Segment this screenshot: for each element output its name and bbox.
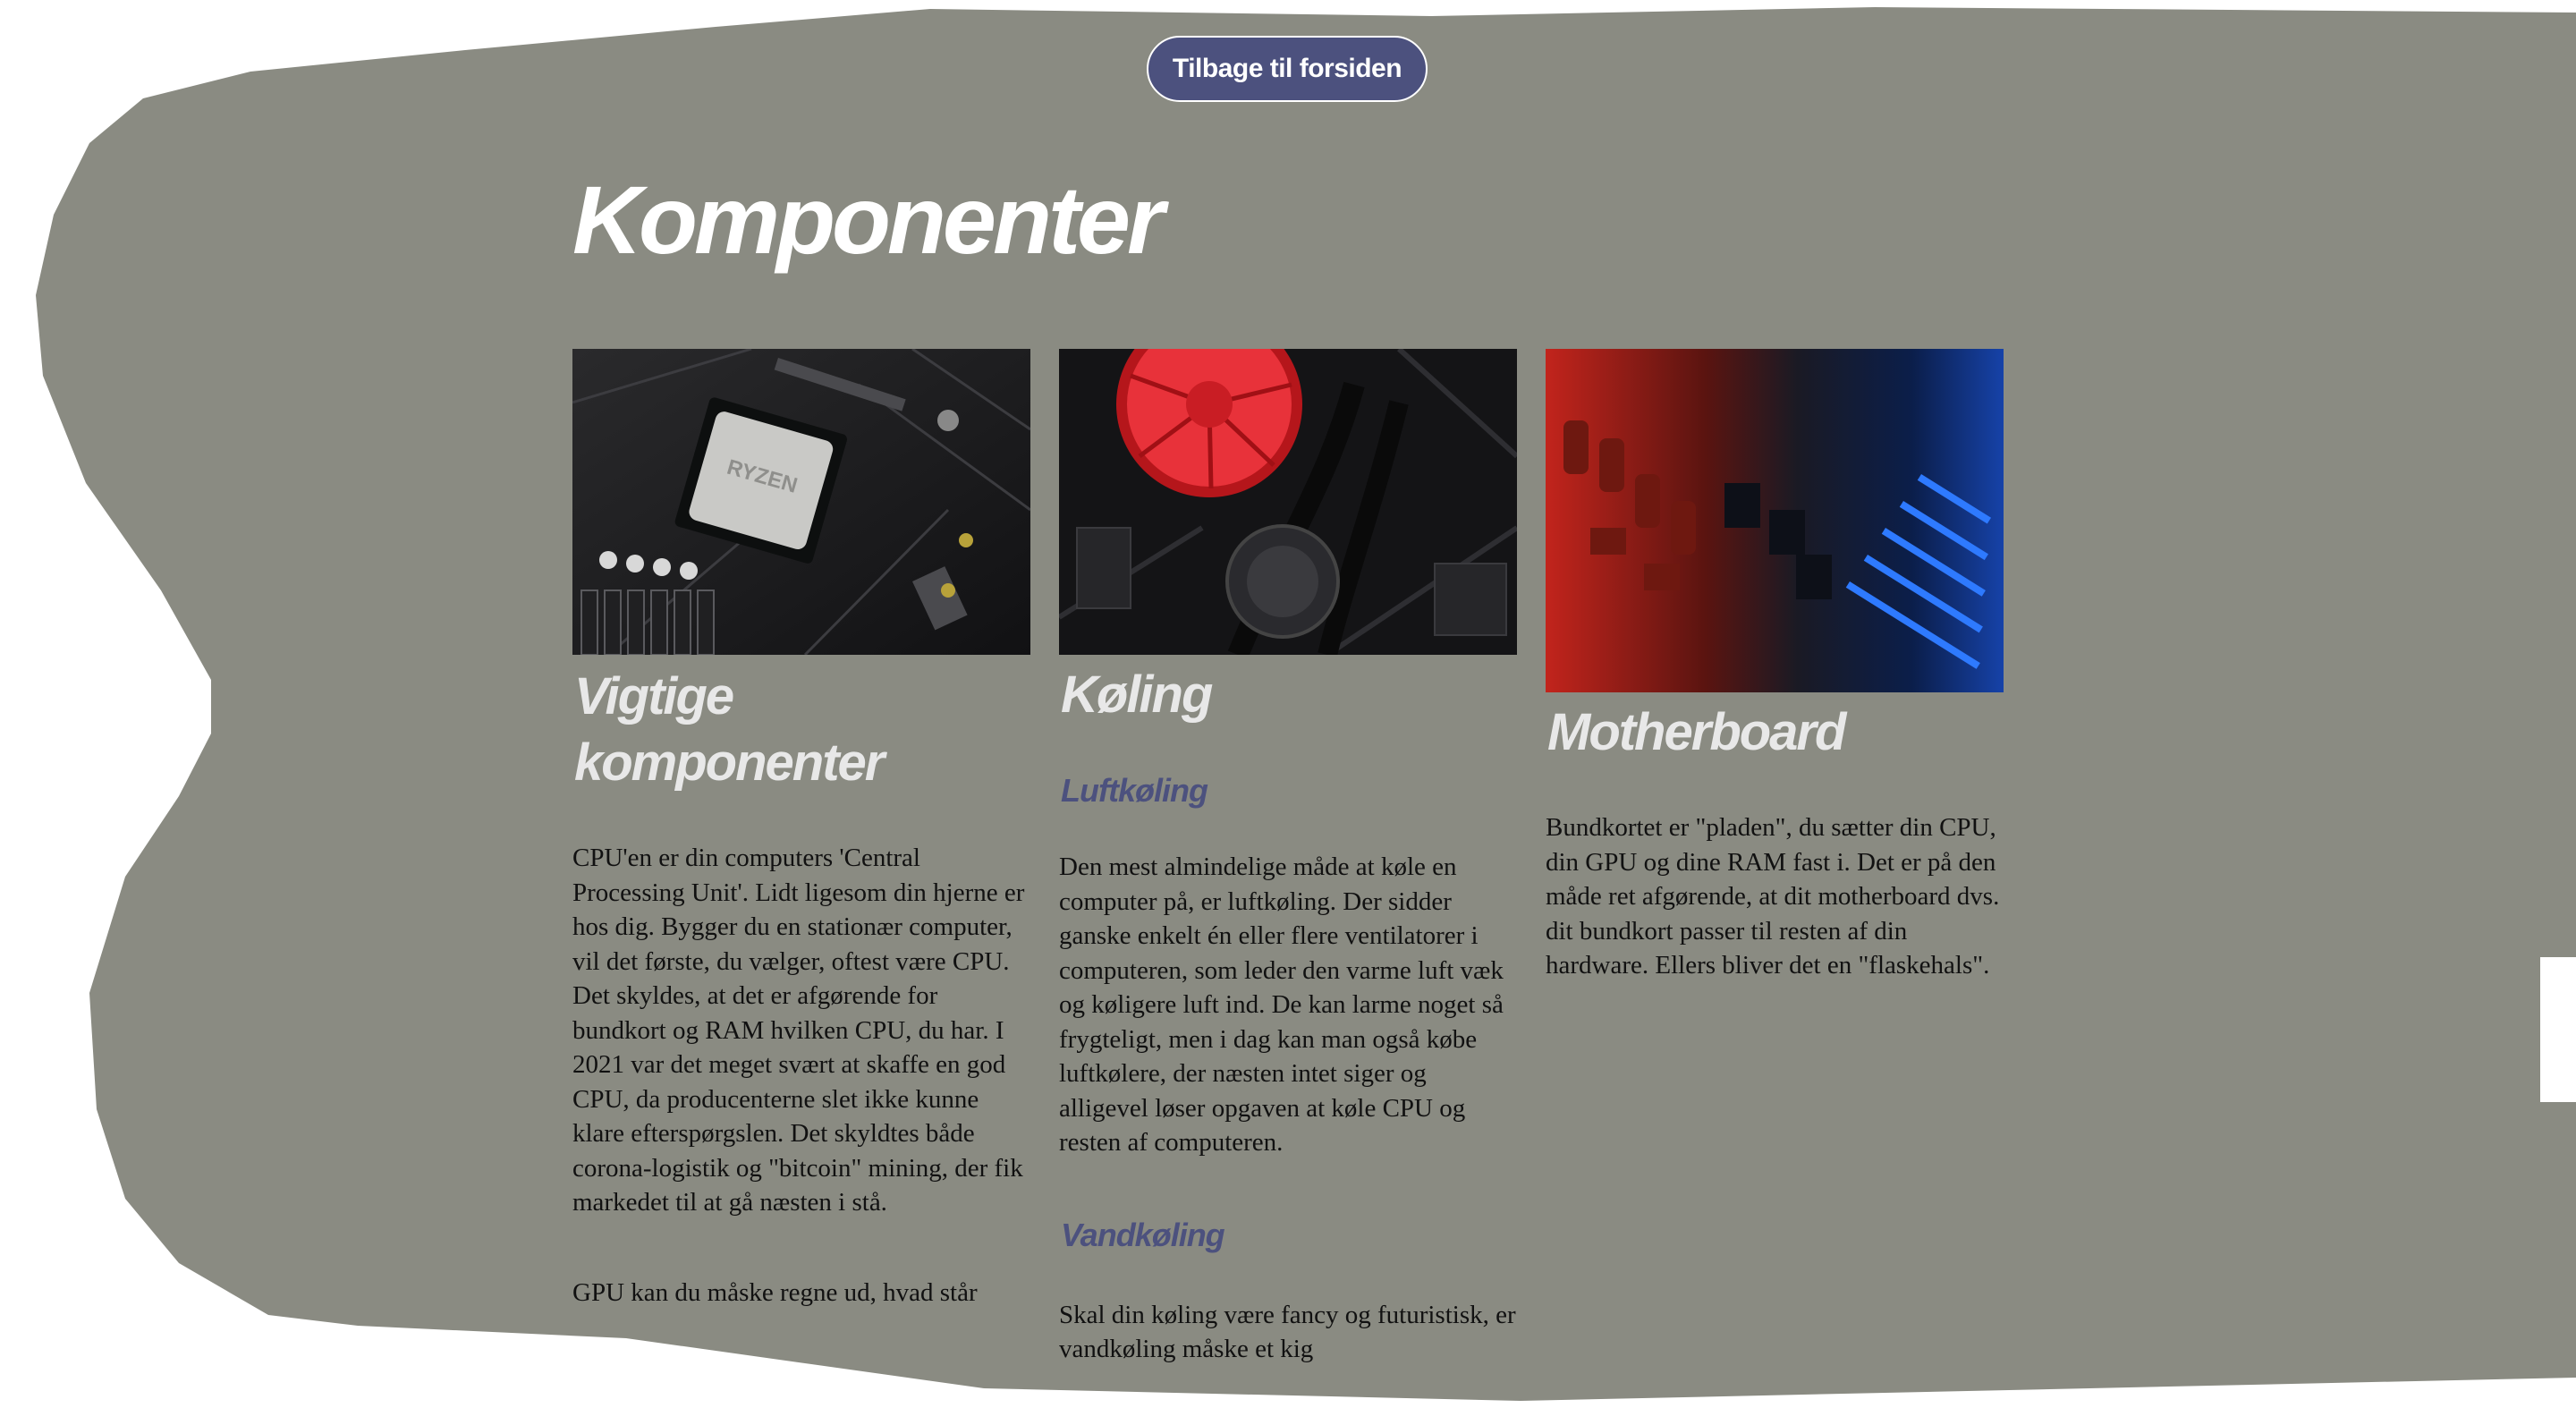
subheading-air-cooling: Luftkøling [1061, 772, 1208, 809]
column-paragraph: CPU'en er din computers 'Central Process… [572, 844, 1025, 1217]
column-heading: Vigtige komponenter [574, 667, 885, 792]
white-edge-notch [2540, 957, 2576, 1102]
column-paragraph: GPU kan du måske regne ud, hvad står [572, 1277, 978, 1307]
column-paragraph: Skal din køling være fancy og futuristis… [1059, 1300, 1516, 1364]
column-heading: Køling [1061, 666, 1213, 724]
column-paragraph: Bundkortet er "pladen", du sætter din CP… [1546, 813, 2000, 980]
page-title: Komponenter [572, 165, 1165, 274]
cpu-cooler-image [1059, 349, 1517, 655]
subheading-water-cooling: Vandkøling [1061, 1216, 1225, 1253]
component-column-cpu: RYZEN Vigtige komponenter CPU'en er din … [572, 349, 1030, 1310]
column-paragraph: Den mest almindelige måde at køle en com… [1059, 852, 1504, 1157]
cpu-motherboard-image: RYZEN [572, 349, 1030, 655]
component-column-motherboard: Motherboard Bundkortet er "pladen", du s… [1546, 349, 2004, 983]
circuit-board-image [1546, 349, 2004, 692]
column-heading: Motherboard [1547, 703, 1846, 761]
back-to-home-button[interactable]: Tilbage til forsiden [1147, 36, 1428, 102]
component-column-cooling: Køling Luftkøling Den mest almindelige m… [1059, 349, 1517, 1367]
